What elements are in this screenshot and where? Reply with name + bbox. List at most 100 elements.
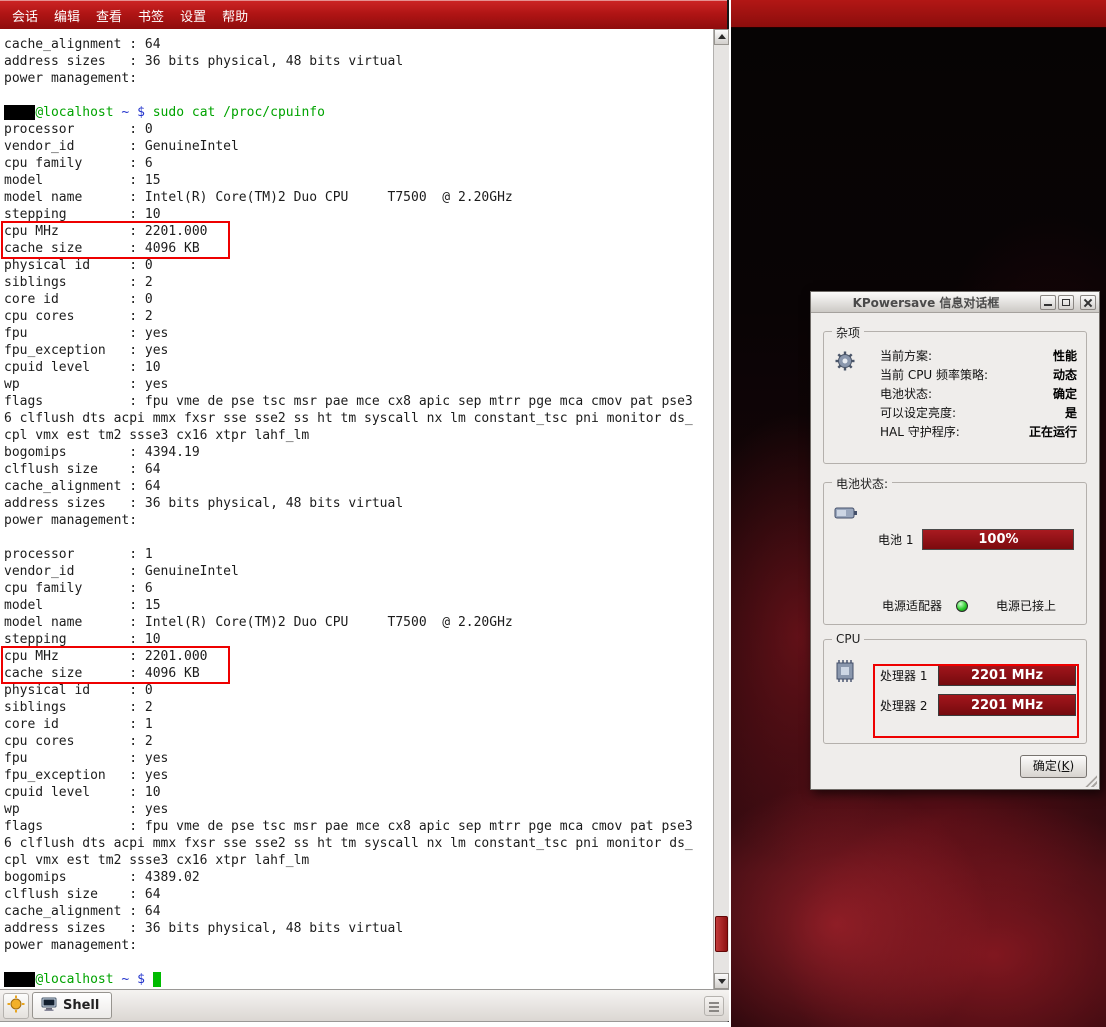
terminal-cursor: [153, 972, 161, 987]
terminal-text: $: [137, 105, 153, 120]
adapter-status: 电源已接上: [996, 597, 1056, 614]
menu-item-5[interactable]: 设置: [172, 1, 214, 29]
scrollbar-thumb[interactable]: [715, 916, 728, 952]
terminal-text: ~: [114, 105, 137, 120]
tab-shell[interactable]: Shell: [32, 992, 112, 1019]
terminal-line: [4, 529, 713, 546]
terminal-text: cache size : 4096 KB: [4, 666, 200, 681]
terminal-text: model name : Intel(R) Core(TM)2 Duo CPU …: [4, 615, 513, 630]
terminal-text: physical id : 0: [4, 683, 153, 698]
menu-item-6[interactable]: 帮助: [214, 1, 256, 29]
terminal-text: processor : 1: [4, 547, 153, 562]
menu-item-4[interactable]: 书签: [130, 1, 172, 29]
gear-icon: [834, 350, 856, 375]
new-session-button[interactable]: [3, 993, 29, 1019]
maximize-button[interactable]: [1058, 295, 1074, 310]
tab-list-button[interactable]: [704, 996, 724, 1016]
terminal-line: processor : 0: [4, 121, 713, 138]
scroll-down-button[interactable]: [714, 973, 729, 989]
terminal-line: [4, 954, 713, 971]
battery-groupbox: 电池状态: 电池 1 100% 电源适配器 电源已接上: [823, 482, 1087, 625]
cpu-groupbox: CPU 处理器 12201 MHz处理器 22201 MHz: [823, 639, 1087, 744]
info-label: HAL 守护程序:: [880, 423, 960, 440]
scroll-up-button[interactable]: [714, 29, 729, 45]
terminal-text: clflush size : 64: [4, 887, 161, 902]
terminal-line: 6 clflush dts acpi mmx fxsr sse sse2 ss …: [4, 835, 713, 852]
terminal-text: cache size : 4096 KB: [4, 241, 200, 256]
terminal-output: cache_alignment : 64address sizes : 36 b…: [4, 36, 713, 988]
terminal-text: address sizes : 36 bits physical, 48 bit…: [4, 54, 403, 69]
terminal-line: wp : yes: [4, 376, 713, 393]
terminal-line: bogomips : 4389.02: [4, 869, 713, 886]
info-label: 当前 CPU 频率策略:: [880, 366, 988, 383]
terminal-text: power management:: [4, 71, 137, 86]
ok-button[interactable]: 确定(K): [1020, 755, 1087, 778]
terminal-text: model name : Intel(R) Core(TM)2 Duo CPU …: [4, 190, 513, 205]
terminal-line: address sizes : 36 bits physical, 48 bit…: [4, 495, 713, 512]
misc-info-row: 当前 CPU 频率策略: 动态: [880, 365, 1077, 384]
info-value: 确定: [1053, 385, 1077, 402]
terminal-view[interactable]: cache_alignment : 64address sizes : 36 b…: [0, 29, 713, 989]
terminal-text: cpl vmx est tm2 ssse3 cx16 xtpr lahf_lm: [4, 428, 309, 443]
cpu-group-title: CPU: [832, 632, 864, 646]
ok-label-post: ): [1069, 759, 1074, 773]
terminal-text: sudo cat /proc/cpuinfo: [153, 105, 325, 120]
terminal-line: cpu cores : 2: [4, 308, 713, 325]
terminal-text: cpu family : 6: [4, 581, 153, 596]
close-button[interactable]: [1080, 295, 1096, 310]
info-value: 正在运行: [1029, 423, 1077, 440]
photo-red-band: [731, 0, 1106, 28]
menu-bar: 会话编辑查看书签设置帮助: [0, 0, 727, 29]
terminal-text: stepping : 10: [4, 632, 161, 647]
terminal-line: power management:: [4, 70, 713, 87]
terminal-line: clflush size : 64: [4, 886, 713, 903]
terminal-scrollbar[interactable]: [713, 29, 729, 989]
terminal-text: cpu MHz : 2201.000: [4, 649, 208, 664]
info-label: 可以设定亮度:: [880, 404, 956, 421]
menu-item-2[interactable]: 编辑: [46, 1, 88, 29]
terminal-line: wp : yes: [4, 801, 713, 818]
terminal-text: model : 15: [4, 173, 161, 188]
terminal-text: power management:: [4, 513, 137, 528]
terminal-line: core id : 1: [4, 716, 713, 733]
terminal-text: vendor_id : GenuineIntel: [4, 564, 239, 579]
terminal-text: processor : 0: [4, 122, 153, 137]
terminal-line: fpu_exception : yes: [4, 767, 713, 784]
menu-item-3[interactable]: 查看: [88, 1, 130, 29]
terminal-line: address sizes : 36 bits physical, 48 bit…: [4, 53, 713, 70]
info-value: 动态: [1053, 366, 1077, 383]
terminal-text: flags : fpu vme de pse tsc msr pae mce c…: [4, 394, 693, 409]
terminal-text: cache_alignment : 64: [4, 479, 161, 494]
menu-item-1[interactable]: 会话: [4, 1, 46, 29]
terminal-text: core id : 1: [4, 717, 153, 732]
redacted-username: [4, 105, 35, 120]
terminal-line: flags : fpu vme de pse tsc msr pae mce c…: [4, 818, 713, 835]
terminal-line: model : 15: [4, 597, 713, 614]
cpu-rows: 处理器 12201 MHz处理器 22201 MHz: [880, 664, 1076, 724]
terminal-line: stepping : 10: [4, 206, 713, 223]
cpu-row-label: 处理器 2: [880, 697, 932, 714]
session-tab-bar: Shell: [0, 989, 729, 1021]
shell-tab-label: Shell: [63, 998, 99, 1013]
dialog-titlebar[interactable]: KPowersave 信息对话框: [811, 292, 1099, 313]
misc-info-row: 电池状态:确定: [880, 384, 1077, 403]
terminal-text: core id : 0: [4, 292, 153, 307]
terminal-text: fpu_exception : yes: [4, 343, 168, 358]
terminal-line: siblings : 2: [4, 274, 713, 291]
shell-tab-icon: [41, 997, 57, 1015]
terminal-text: wp : yes: [4, 802, 168, 817]
terminal-line: model name : Intel(R) Core(TM)2 Duo CPU …: [4, 614, 713, 631]
terminal-line: cpl vmx est tm2 ssse3 cx16 xtpr lahf_lm: [4, 852, 713, 869]
terminal-line: @localhost ~ $: [4, 971, 713, 988]
terminal-line: cache_alignment : 64: [4, 903, 713, 920]
terminal-line: vendor_id : GenuineIntel: [4, 138, 713, 155]
minimize-button[interactable]: [1040, 295, 1056, 310]
terminal-line: fpu : yes: [4, 750, 713, 767]
terminal-text: vendor_id : GenuineIntel: [4, 139, 239, 154]
terminal-line: power management:: [4, 937, 713, 954]
terminal-text: bogomips : 4389.02: [4, 870, 200, 885]
dialog-title: KPowersave 信息对话框: [814, 294, 1038, 311]
terminal-text: clflush size : 64: [4, 462, 161, 477]
terminal-text: wp : yes: [4, 377, 168, 392]
redacted-username: [4, 972, 35, 987]
